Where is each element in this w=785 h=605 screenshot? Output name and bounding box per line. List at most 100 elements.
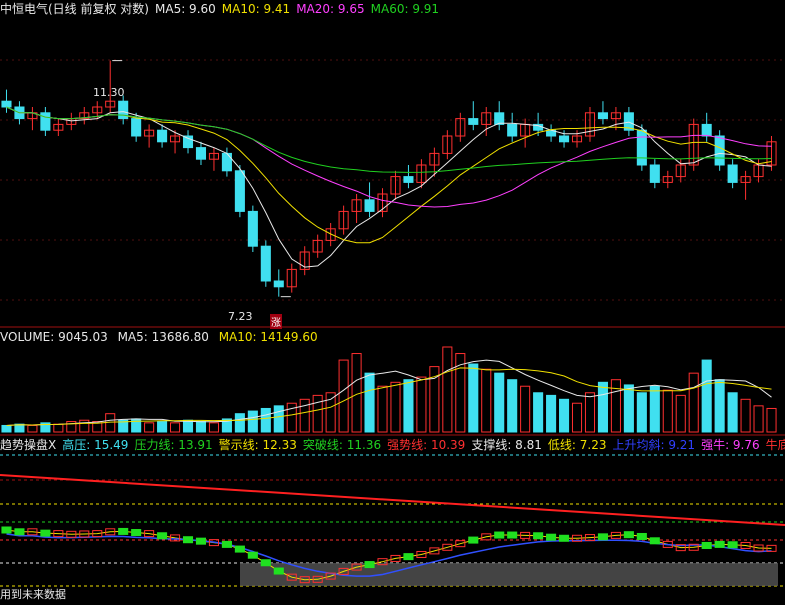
- candle-body: [364, 199, 375, 212]
- candle-body: [234, 170, 245, 212]
- volume-bar: [208, 422, 219, 433]
- volume-bar: [234, 413, 245, 433]
- volume-bar: [364, 372, 375, 433]
- volume-bar: [144, 422, 155, 433]
- volume-bar: [714, 379, 725, 433]
- volume-bar: [636, 392, 647, 433]
- candle-body: [701, 123, 712, 137]
- indicator-item-7: 上升均斜: 9.21: [612, 438, 696, 452]
- volume-bar: [546, 394, 557, 433]
- indicator-title[interactable]: 趋势操盘X: [0, 438, 56, 452]
- volume-bar: [662, 389, 673, 433]
- candle-body: [494, 112, 505, 125]
- volume-bar: [403, 379, 414, 433]
- volume-bar: [157, 421, 168, 433]
- trend-line: [0, 474, 785, 526]
- candle-body: [195, 147, 207, 160]
- volume-bar: [481, 368, 492, 433]
- volume-title: VOLUME: 9045.03: [0, 330, 108, 344]
- indicator-block: [559, 534, 570, 542]
- volume-bar: [507, 379, 518, 433]
- low-price-label: 7.23: [228, 310, 253, 323]
- indicator-item-5: 支撑线: 8.81: [471, 438, 542, 452]
- candle-body: [182, 135, 194, 149]
- volume-bar: [494, 372, 505, 433]
- volume-bar: [325, 392, 336, 433]
- indicator-item-2: 警示线: 12.33: [218, 438, 297, 452]
- candle-body: [131, 118, 142, 137]
- ma-indicator-2: MA20: 9.65: [296, 2, 365, 16]
- volume-bar: [260, 407, 271, 433]
- indicator-block: [364, 561, 375, 569]
- indicator-item-4: 强势线: 10.39: [387, 438, 466, 452]
- volume-ma5: MA5: 13686.80: [117, 330, 209, 344]
- indicator-block: [131, 529, 142, 537]
- price-indicators: MA5: 9.60 MA10: 9.41 MA20: 9.65 MA60: 9.91: [155, 2, 445, 16]
- volume-bar: [533, 392, 544, 433]
- indicator-block: [623, 531, 634, 539]
- limit-up-marker: 涨: [270, 314, 282, 329]
- candle-body: [649, 164, 660, 183]
- price-panel-header: 中恒电气(日线 前复权 对数) MA5: 9.60 MA10: 9.41 MA20: …: [0, 2, 451, 16]
- indicator-block: [507, 531, 518, 539]
- candle-body: [597, 112, 608, 120]
- volume-bar: [584, 392, 596, 433]
- candle-body: [221, 152, 232, 172]
- volume-ma10: MA10: 14149.60: [218, 330, 318, 344]
- volume-bar: [27, 424, 38, 433]
- ma-line: [6, 106, 772, 208]
- volume-bar: [170, 422, 181, 433]
- candle-body: [714, 135, 725, 166]
- volume-bar: [182, 419, 194, 433]
- volume-bar: [623, 384, 634, 433]
- indicator-panel-header: 趋势操盘X 高压: 15.49 压力线: 13.91 警示线: 12.33 突破线: 1…: [0, 438, 785, 452]
- volume-bar: [740, 398, 751, 433]
- volume-bar: [1, 424, 12, 433]
- volume-bar: [299, 398, 310, 433]
- volume-bar: [351, 353, 362, 433]
- candle-body: [1, 100, 12, 108]
- indicator-block: [546, 533, 557, 541]
- volume-bar: [377, 385, 388, 433]
- indicator-block: [403, 553, 414, 561]
- volume-bar: [675, 394, 686, 433]
- candle-body: [636, 129, 647, 166]
- indicator-block: [234, 545, 245, 553]
- candle-body: [727, 164, 738, 183]
- candle-body: [507, 123, 518, 137]
- candle-body: [403, 176, 414, 183]
- candle-body: [157, 129, 168, 143]
- volume-bar: [571, 402, 583, 433]
- candle-body: [559, 135, 570, 143]
- volume-panel-header: VOLUME: 9045.03 MA5: 13686.80 MA10: 1414…: [0, 330, 324, 344]
- candle-body: [273, 280, 284, 288]
- volume-bar: [468, 363, 479, 433]
- indicator-block: [727, 541, 738, 549]
- indicator-item-1: 压力线: 13.91: [134, 438, 213, 452]
- volume-bar: [688, 372, 699, 433]
- volume-bar: [766, 407, 777, 433]
- volume-bar: [727, 392, 738, 433]
- indicator-item-0: 高压: 15.49: [62, 438, 129, 452]
- indicator-items: 高压: 15.49 压力线: 13.91 警示线: 12.33 突破线: 11.36 强…: [62, 438, 785, 452]
- indicator-item-6: 低线: 7.23: [547, 438, 607, 452]
- volume-bar: [390, 381, 401, 433]
- indicator-block: [182, 536, 194, 544]
- indicator-item-3: 突破线: 11.36: [302, 438, 382, 452]
- indicator-block: [195, 537, 207, 545]
- ma-indicator-1: MA10: 9.41: [221, 2, 291, 16]
- indicator-block: [494, 531, 505, 539]
- volume-bar: [53, 423, 64, 433]
- indicator-item-9: 牛底: 9: [765, 438, 785, 452]
- indicator-block: [40, 529, 51, 537]
- candle-body: [40, 112, 51, 131]
- indicator-block: [247, 551, 258, 559]
- volume-bar: [312, 394, 323, 433]
- ma-indicator-0: MA5: 9.60: [155, 2, 216, 16]
- volume-bar: [610, 379, 621, 433]
- candle-body: [468, 118, 479, 125]
- ma-line: [6, 106, 772, 268]
- high-price-label: 11.30: [93, 86, 125, 99]
- candle-body: [260, 245, 271, 282]
- indicator-block: [714, 540, 725, 548]
